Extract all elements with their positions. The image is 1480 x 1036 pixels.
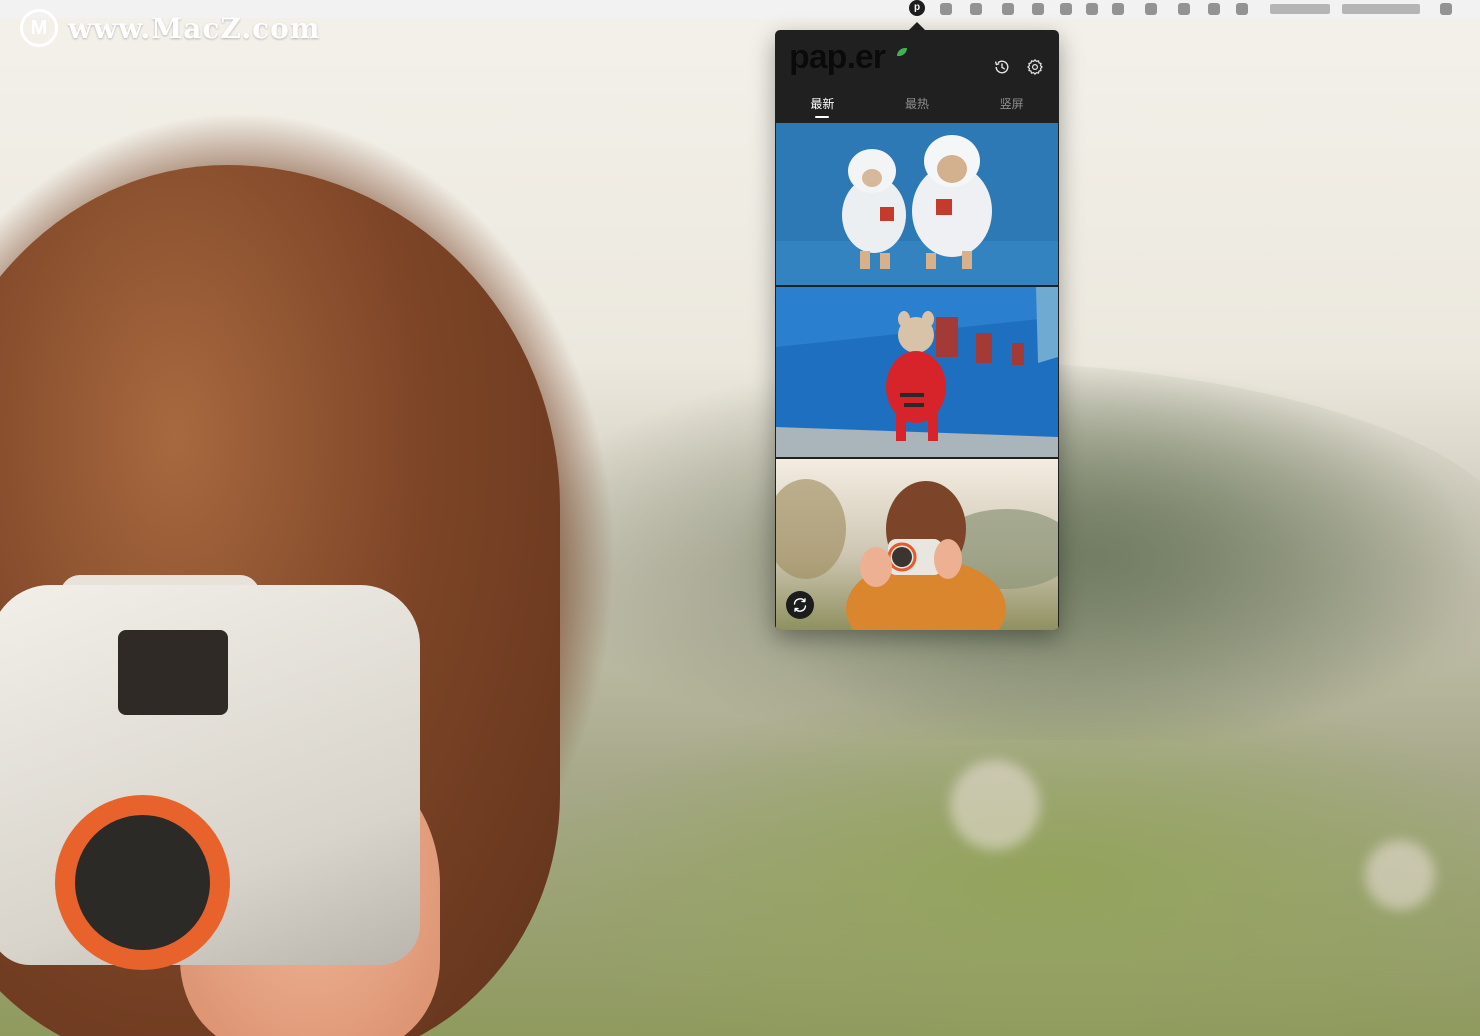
wallpaper-thumbnail-bulldog[interactable] bbox=[776, 287, 1058, 457]
thumbnail-image bbox=[776, 459, 1058, 630]
wallpaper-thumbnail-girl-camera[interactable] bbox=[776, 459, 1058, 630]
wallpaper-camera-window bbox=[118, 630, 228, 715]
gear-icon bbox=[1027, 59, 1043, 75]
status-icon[interactable] bbox=[1086, 3, 1098, 15]
menu-user[interactable] bbox=[1342, 4, 1420, 14]
desktop-wallpaper bbox=[0, 0, 1480, 1036]
history-button[interactable] bbox=[991, 56, 1013, 78]
settings-button[interactable] bbox=[1024, 56, 1046, 78]
status-icon[interactable] bbox=[1178, 3, 1190, 15]
status-icon[interactable] bbox=[1060, 3, 1072, 15]
refresh-button[interactable] bbox=[786, 591, 814, 619]
control-center-icon[interactable] bbox=[1440, 3, 1452, 15]
menu-clock[interactable] bbox=[1270, 4, 1330, 14]
status-icon[interactable] bbox=[1236, 3, 1248, 15]
popover-header: pap.er 最新 最热 竖屏 bbox=[775, 30, 1059, 122]
brand-logo: pap.er bbox=[789, 38, 886, 76]
status-icon[interactable] bbox=[1002, 3, 1014, 15]
wallpaper-camera-lens bbox=[75, 815, 210, 950]
status-icon[interactable] bbox=[1145, 3, 1157, 15]
thumbnail-image bbox=[776, 123, 1058, 285]
brand-leaf-icon bbox=[897, 48, 907, 56]
history-icon bbox=[994, 60, 1009, 74]
status-icon[interactable] bbox=[970, 3, 982, 15]
paper-status-icon[interactable]: p bbox=[909, 0, 925, 16]
tab-popular[interactable]: 最热 bbox=[870, 92, 965, 122]
paper-popover: pap.er 最新 最热 竖屏 bbox=[775, 30, 1059, 630]
popover-tabs: 最新 最热 竖屏 bbox=[775, 92, 1059, 122]
wallpaper-thumbnail-dogs-costumes[interactable] bbox=[776, 123, 1058, 285]
wallpaper-bokeh bbox=[1365, 840, 1435, 910]
status-icon[interactable] bbox=[940, 3, 952, 15]
status-icon[interactable] bbox=[1208, 3, 1220, 15]
tab-latest[interactable]: 最新 bbox=[775, 92, 870, 122]
watermark: M www.MacZ.com bbox=[20, 8, 320, 48]
status-icon[interactable] bbox=[1032, 3, 1044, 15]
watermark-text: www.MacZ.com bbox=[68, 11, 321, 45]
status-icon[interactable] bbox=[1112, 3, 1124, 15]
refresh-icon bbox=[793, 598, 807, 612]
watermark-logo: M bbox=[20, 9, 58, 47]
thumbnail-image bbox=[776, 287, 1058, 457]
tab-vertical[interactable]: 竖屏 bbox=[964, 92, 1059, 122]
wallpaper-bokeh bbox=[950, 760, 1040, 850]
